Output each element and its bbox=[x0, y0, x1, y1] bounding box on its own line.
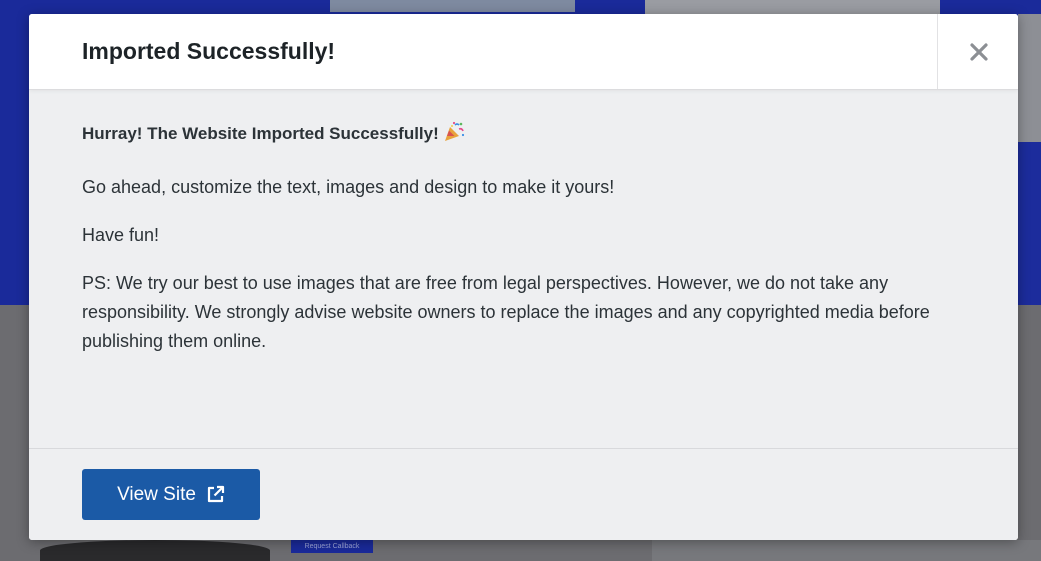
modal-title: Imported Successfully! bbox=[82, 38, 336, 64]
import-success-modal: Imported Successfully! Hurray! The Websi… bbox=[29, 14, 1018, 540]
customize-message: Go ahead, customize the text, images and… bbox=[82, 177, 615, 197]
modal-body: Hurray! The Website Imported Successfull… bbox=[82, 121, 962, 356]
disclaimer-message: PS: We try our best to use images that a… bbox=[82, 273, 930, 351]
view-site-label: View Site bbox=[117, 483, 196, 505]
view-site-button[interactable]: View Site bbox=[82, 469, 260, 520]
close-button[interactable] bbox=[937, 14, 1018, 89]
success-heading: Hurray! The Website Imported Successfull… bbox=[82, 121, 962, 150]
background-hero-edge bbox=[1018, 142, 1041, 305]
party-popper-icon bbox=[443, 121, 465, 150]
modal-header: Imported Successfully! bbox=[29, 14, 1018, 90]
background-thumbnail bbox=[330, 0, 575, 12]
background-callback-button: Request Callback bbox=[291, 540, 373, 553]
background-thumbnail bbox=[645, 0, 940, 14]
have-fun-message: Have fun! bbox=[82, 225, 160, 245]
background-thumbnail bbox=[1018, 14, 1041, 142]
close-icon bbox=[969, 42, 988, 61]
background-panel bbox=[652, 540, 1041, 561]
success-heading-text: Hurray! The Website Imported Successfull… bbox=[82, 124, 439, 143]
background-image bbox=[40, 540, 270, 561]
modal-footer: View Site bbox=[29, 448, 1018, 540]
external-link-icon bbox=[207, 485, 225, 503]
